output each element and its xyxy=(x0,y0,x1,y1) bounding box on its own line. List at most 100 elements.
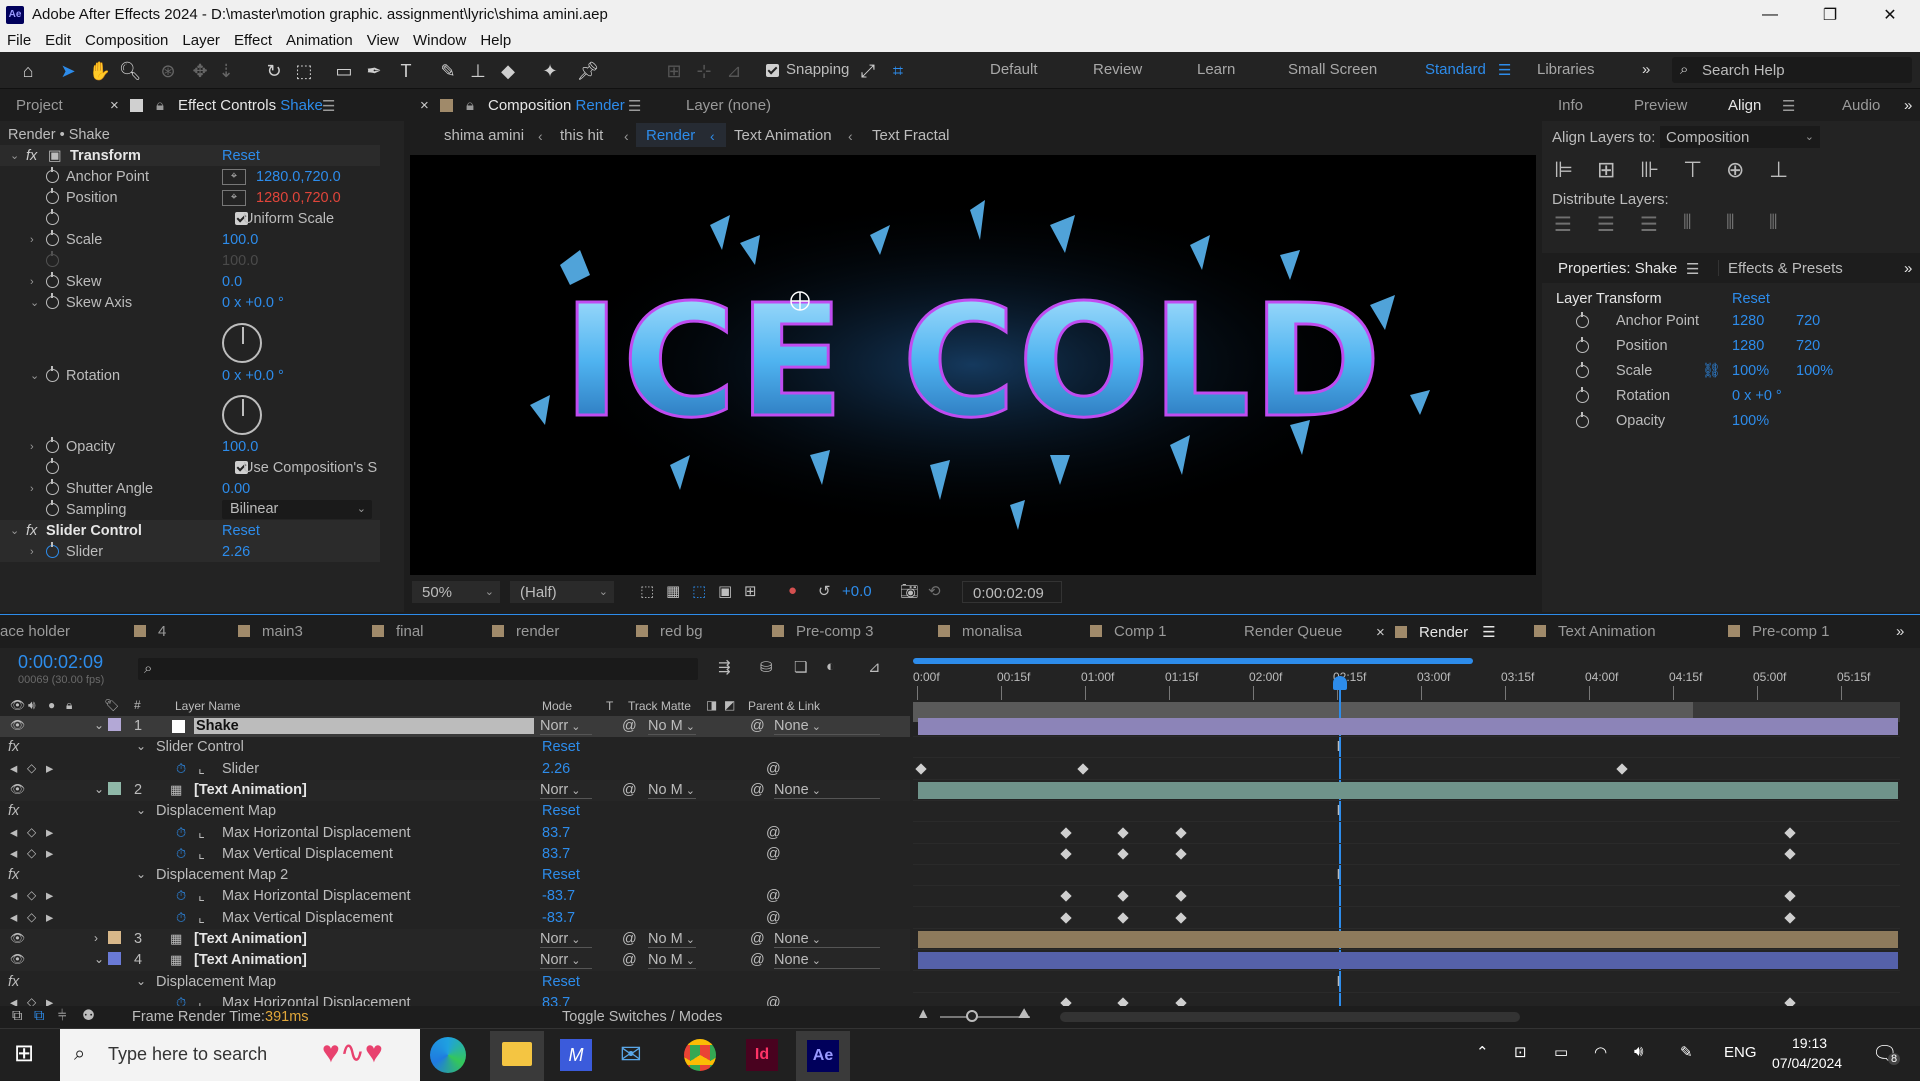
track-row[interactable] xyxy=(913,780,1900,801)
fx-icon[interactable]: fx xyxy=(8,974,19,990)
stopwatch-icon[interactable] xyxy=(46,366,59,382)
skew-value[interactable]: 0.0 xyxy=(222,274,242,290)
tab-effect-controls[interactable]: Effect Controls Shake xyxy=(178,97,323,114)
keyframe-diamond[interactable] xyxy=(1117,848,1129,860)
more-panels-icon[interactable]: » xyxy=(1904,97,1912,114)
timeline-tab[interactable]: Pre-comp 1 xyxy=(1728,623,1830,640)
tab-preview[interactable]: Preview xyxy=(1634,97,1687,114)
language-indicator[interactable]: ENG xyxy=(1724,1044,1757,1061)
keyframe-diamond[interactable] xyxy=(1060,912,1072,924)
parent-dropdown[interactable]: None ⌄ xyxy=(774,952,880,970)
effect-reset[interactable]: Reset xyxy=(542,739,580,755)
panel-menu-icon[interactable]: ☰ xyxy=(628,97,641,115)
keyframe-diamond[interactable] xyxy=(915,762,927,775)
app-icon[interactable]: M xyxy=(560,1039,592,1071)
composition-viewer[interactable]: ICE COLD xyxy=(410,155,1536,575)
stopwatch-icon[interactable] xyxy=(1576,337,1589,353)
selection-tool-icon[interactable]: ➤ xyxy=(56,59,80,83)
slider-control-effect-row[interactable]: ⌄ fx Slider Control Reset xyxy=(0,520,380,541)
chevron-down-icon[interactable]: ⌄ xyxy=(136,867,146,881)
menu-animation[interactable]: Animation xyxy=(279,32,360,49)
file-explorer-button[interactable] xyxy=(490,1031,544,1081)
menu-window[interactable]: Window xyxy=(406,32,473,49)
roto-brush-icon[interactable]: ✦ xyxy=(538,59,562,83)
menu-help[interactable]: Help xyxy=(473,32,518,49)
keyframe-diamond[interactable] xyxy=(1783,848,1796,860)
taskbar-search-input[interactable]: Type here to search xyxy=(108,1044,267,1065)
workspace-learn[interactable]: Learn xyxy=(1197,61,1235,78)
edge-icon[interactable] xyxy=(430,1037,466,1073)
track-matte-dropdown[interactable]: No M ⌄ xyxy=(648,952,696,970)
close-button[interactable]: ✕ xyxy=(1860,0,1920,29)
snapshot-camera-icon[interactable]: 📷︎ xyxy=(900,582,919,600)
transform-reset[interactable]: Reset xyxy=(222,148,260,164)
constrain-proportions-icon[interactable]: ⛓ xyxy=(1702,362,1720,379)
expression-pickwhip-icon[interactable]: @ xyxy=(766,846,781,862)
workspace-review[interactable]: Review xyxy=(1093,61,1142,78)
layer-label-color[interactable] xyxy=(108,718,121,731)
distribute-vcenter-icon[interactable]: ☰ xyxy=(1597,212,1615,237)
graph-icon[interactable]: ⌞ xyxy=(198,888,205,904)
workspace-default[interactable]: Default xyxy=(990,61,1038,78)
stopwatch-active-icon[interactable]: ⏱︎ xyxy=(176,995,186,1006)
axis-local-icon[interactable]: ⊞ xyxy=(662,59,686,83)
stopwatch-active-icon[interactable] xyxy=(46,542,59,558)
tab-effects-presets[interactable]: Effects & Presets xyxy=(1718,260,1843,277)
property-value[interactable]: -83.7 xyxy=(542,888,575,904)
timeline-zoom-slider[interactable] xyxy=(940,1016,1030,1018)
transparency-grid-icon[interactable]: ▦ xyxy=(666,582,680,600)
track-matte-pickwhip-icon[interactable]: @ xyxy=(622,931,637,947)
chevron-right-icon[interactable]: › xyxy=(94,931,98,945)
chevron-right-icon[interactable]: › xyxy=(30,234,34,246)
prev-keyframe-icon[interactable]: ◂ xyxy=(10,995,17,1006)
effect-reset[interactable]: Reset xyxy=(542,974,580,990)
stopwatch-icon[interactable] xyxy=(46,479,59,495)
pan-camera-icon[interactable]: ✥ xyxy=(188,59,212,83)
rectangle-tool-icon[interactable]: ▭ xyxy=(332,59,356,83)
prop-anchor-point-y[interactable]: 720 xyxy=(1796,313,1820,329)
color-channels-icon[interactable]: ● xyxy=(788,582,797,599)
chevron-down-icon[interactable]: ⌄ xyxy=(94,718,104,732)
workspace-menu-icon[interactable]: ☰ xyxy=(1498,61,1511,79)
layer-duration-bar[interactable] xyxy=(918,952,1898,970)
track-row[interactable] xyxy=(913,844,1900,865)
graph-icon[interactable]: ⌞ xyxy=(198,846,205,862)
next-keyframe-icon[interactable]: ▸ xyxy=(46,761,53,777)
effect-row[interactable]: fx ⌄ Displacement Map 2 Reset xyxy=(0,865,910,886)
position-value[interactable]: 1280.0,720.0 xyxy=(256,190,341,206)
pen-icon[interactable]: ✎ xyxy=(1680,1043,1693,1061)
stopwatch-icon[interactable] xyxy=(46,188,59,204)
timeline-scrollbar[interactable] xyxy=(1060,1012,1520,1022)
distribute-right-icon[interactable]: ⫴ xyxy=(1769,212,1777,235)
stopwatch-icon[interactable] xyxy=(46,458,59,474)
stopwatch-icon[interactable] xyxy=(46,272,59,288)
keyframe-diamond[interactable] xyxy=(1174,826,1187,839)
distribute-hcenter-icon[interactable]: ⫴ xyxy=(1726,212,1734,235)
timeline-tab[interactable]: 4 xyxy=(134,623,166,640)
crosshair-icon[interactable]: ⌖ xyxy=(222,168,246,185)
layer-transform-reset[interactable]: Reset xyxy=(1732,291,1770,307)
blend-mode-dropdown[interactable]: Norr ⌄ xyxy=(540,782,592,799)
property-row[interactable]: ◂ ◇ ▸ ⏱︎ ⌞ Max Horizontal Displacement -83.7 @ xyxy=(0,886,910,907)
video-switch-icon[interactable]: 👁︎ xyxy=(10,698,25,712)
type-tool-icon[interactable]: T xyxy=(394,59,418,83)
panel-menu-icon[interactable]: ☰ xyxy=(1478,624,1495,641)
blend-mode-dropdown[interactable]: Norr ⌄ xyxy=(540,718,592,735)
chevron-down-icon[interactable]: ⌄ xyxy=(30,296,39,309)
exposure-value[interactable]: +0.0 xyxy=(842,583,872,600)
layer-name-header[interactable]: Layer Name xyxy=(175,699,240,713)
keyframe-diamond[interactable] xyxy=(1174,997,1187,1006)
more-panels-icon[interactable]: » xyxy=(1904,260,1912,277)
mask-path-icon[interactable]: ⬚ xyxy=(692,582,706,600)
brush-tool-icon[interactable]: ✎ xyxy=(436,59,460,83)
keyframe-diamond[interactable] xyxy=(1783,997,1796,1006)
transform-effect-row[interactable]: ⌄ fx ▣ Transform Reset xyxy=(0,145,380,166)
axis-view-icon[interactable]: ⊿ xyxy=(722,59,746,83)
home-icon[interactable]: ⌂ xyxy=(16,59,40,83)
zoom-out-icon[interactable]: ▲ xyxy=(916,1006,930,1022)
stopwatch-icon[interactable] xyxy=(46,437,59,453)
track-row[interactable] xyxy=(913,716,1900,737)
expression-pickwhip-icon[interactable]: @ xyxy=(766,888,781,904)
add-keyframe-icon[interactable]: ◇ xyxy=(27,761,36,775)
align-left-icon[interactable]: ⊫ xyxy=(1554,157,1573,183)
